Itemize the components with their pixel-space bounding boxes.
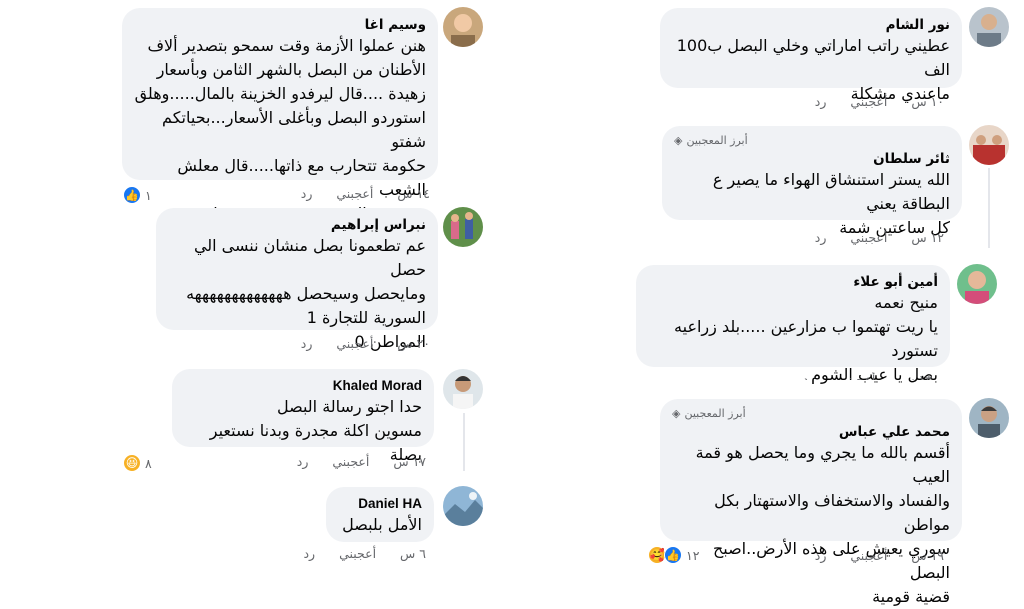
comment-bubble: نور الشام عطيني راتب اماراتي وخلي البصل … [660,8,962,103]
comment-author[interactable]: نبراس إبراهيم [168,216,426,234]
comment-actions: ١٤ س أعجبني رد [301,186,430,202]
reaction-summary[interactable]: 👍 ١ [123,186,152,204]
comment-time[interactable]: ١٠ س [911,94,944,110]
reply-button[interactable]: رد [815,548,827,564]
comment-time[interactable]: ٢٠ س [397,336,430,352]
like-button[interactable]: أعجبني [850,94,887,110]
comment-actions: ١٠ س أعجبني رد [815,94,944,110]
comment-text: الأمل بلبصل [342,515,422,534]
avatar[interactable] [443,207,483,247]
reply-button[interactable]: رد [803,372,815,380]
avatar[interactable] [443,369,483,409]
like-button[interactable]: أعجبني [336,336,373,352]
comment-time[interactable]: ٦ س [400,546,426,562]
comment-time[interactable]: ١٣ س [899,372,932,380]
like-reaction-icon: 👍 [123,186,141,204]
avatar[interactable] [969,7,1009,47]
avatar[interactable] [957,264,997,304]
diamond-icon: ◈ [674,134,683,147]
comment-actions: ٦ س أعجبني رد [303,546,426,562]
like-button[interactable]: أعجبني [850,230,887,246]
like-button[interactable]: أعجبني [336,186,373,202]
reply-button[interactable]: رد [815,230,827,246]
comment-actions: ٢٠ س أعجبني رد [301,336,430,352]
top-fan-label: أبرز المعجبين [684,407,746,420]
avatar[interactable] [443,7,483,47]
avatar[interactable] [969,125,1009,165]
comment-time[interactable]: ١٢ س [911,230,944,246]
reply-thread-line [988,168,990,248]
like-button[interactable]: أعجبني [339,546,376,562]
comment-author[interactable]: Khaled Morad [184,377,422,395]
comment-author[interactable]: Daniel HA [338,495,422,513]
avatar[interactable] [969,398,1009,438]
haha-reaction-icon: 😆 [123,454,141,472]
reaction-summary[interactable]: 🥰 👍 ١٢ [648,546,699,564]
like-reaction-icon: 👍 [664,546,682,564]
reaction-count: ١ [145,187,152,203]
comment-bubble: أمين أبو علاء منيح نعمه يا ريت تهتموا ب … [636,265,950,384]
comment-bubble: ◈ أبرز المعجبين محمد علي عباس أقسم بالله … [660,399,962,606]
comment-bubble: وسيم اغا هنن عملوا الأزمة وقت سمحو بتصدي… [122,8,438,223]
avatar[interactable] [443,486,483,526]
comment-author[interactable]: وسيم اغا [134,16,426,34]
comment-bubble: Daniel HA الأمل بلبصل [326,487,434,542]
reaction-count: ٨ [145,455,152,471]
reply-button[interactable]: رد [297,454,309,470]
top-fan-badge: ◈ أبرز المعجبين [672,407,950,421]
comment-bubble: Khaled Morad حدا اجتو رسالة البصل مسوين … [172,369,434,464]
reaction-count: ١٢ [686,547,700,563]
diamond-icon: ◈ [672,407,681,420]
comment-actions: ١٩ س أعجبني رد [815,548,944,564]
reply-thread-line [463,413,465,471]
top-fan-label: أبرز المعجبين [686,134,748,147]
comment-bubble: ◈ أبرز المعجبين ثائر سلطان الله يستر استن… [662,126,962,237]
comment-actions: ١٧ س أعجبني رد [297,454,426,470]
comment-author[interactable]: نور الشام [672,16,950,34]
comment-author[interactable]: ثائر سلطان [674,150,950,168]
comment-time[interactable]: ١٤ س [397,186,430,202]
reply-button[interactable]: رد [301,336,313,352]
reaction-summary[interactable]: 😆 ٨ [123,454,152,472]
comment-bubble: نبراس إبراهيم عم تطعمونا بصل منشان ننسى … [156,208,438,351]
reply-button[interactable]: رد [815,94,827,110]
top-fan-badge: ◈ أبرز المعجبين [674,134,950,148]
comment-time[interactable]: ١٩ س [911,548,944,564]
comment-actions: ١٣ س أعجبني رد [803,372,932,380]
comment-text: أقسم بالله ما يجري وما يحصل هو قمة العيب… [695,443,950,606]
reply-button[interactable]: رد [301,186,313,202]
like-button[interactable]: أعجبني [838,372,875,380]
like-button[interactable]: أعجبني [332,454,369,470]
reply-button[interactable]: رد [303,546,315,562]
comment-author[interactable]: محمد علي عباس [672,423,950,441]
comment-time[interactable]: ١٧ س [393,454,426,470]
comment-actions: ١٢ س أعجبني رد [815,230,944,246]
like-button[interactable]: أعجبني [850,548,887,564]
comment-author[interactable]: أمين أبو علاء [648,273,938,291]
